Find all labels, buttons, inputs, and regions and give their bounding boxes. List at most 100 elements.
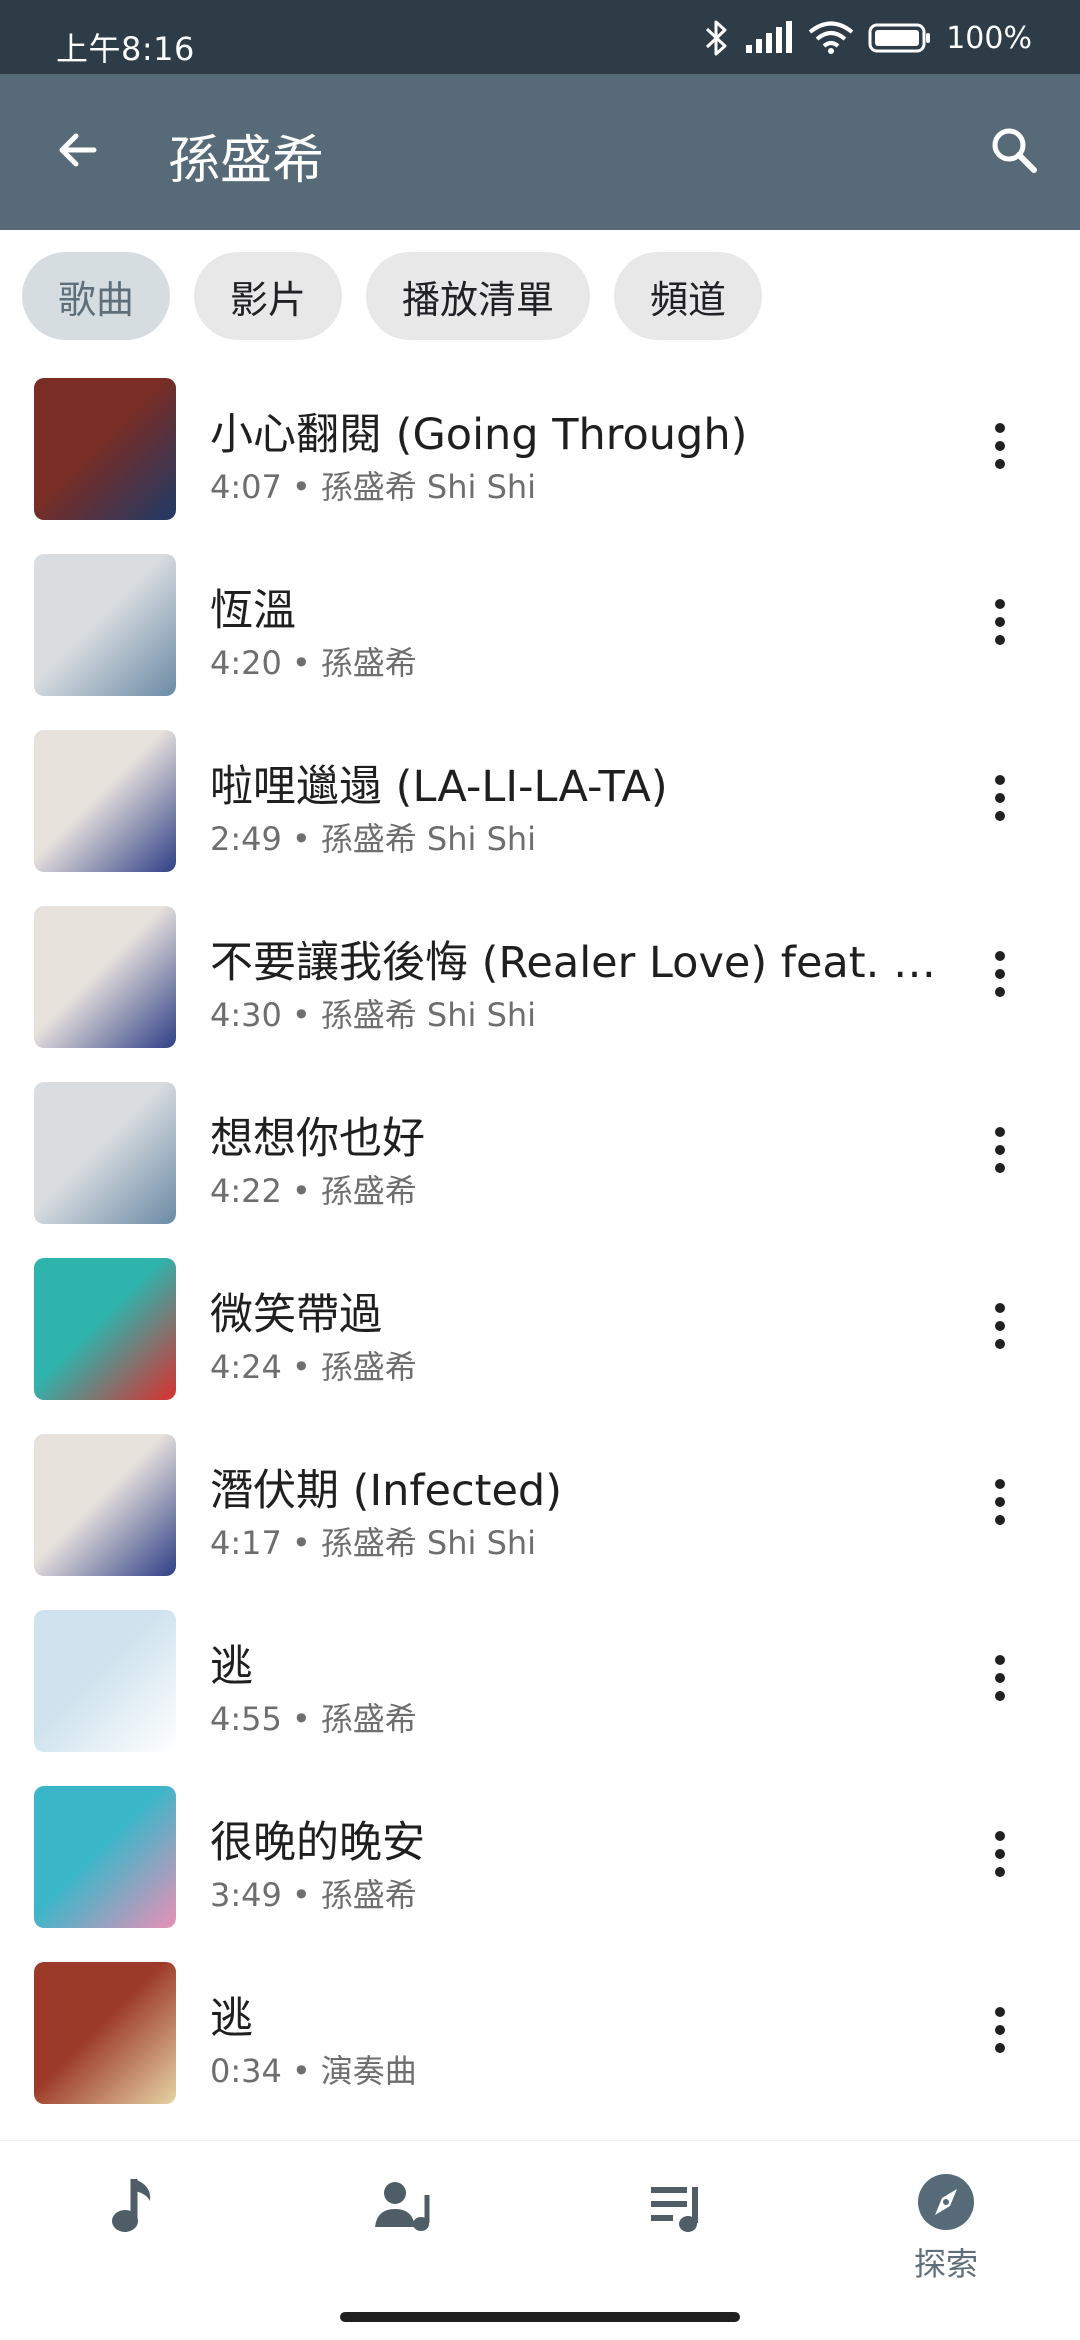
song-list: 小心翻閱 (Going Through) 4:07 • 孫盛希 Shi Shi 恆溫 4:… xyxy=(0,370,1080,2130)
album-art xyxy=(34,1082,176,1224)
more-options-button[interactable] xyxy=(960,1110,1040,1190)
song-subtitle: 4:30 • 孫盛希 Shi Shi xyxy=(210,990,536,1036)
more-vert-icon xyxy=(995,775,1005,821)
separator-dot: • xyxy=(291,2052,311,2090)
album-art xyxy=(34,554,176,696)
song-artist: 孫盛希 Shi Shi xyxy=(320,468,537,506)
album-art xyxy=(34,906,176,1048)
song-artist: 演奏曲 xyxy=(320,2052,417,2090)
song-subtitle: 0:34 • 演奏曲 xyxy=(210,2046,417,2092)
chip-playlists[interactable]: 播放清單 xyxy=(366,252,591,340)
song-row[interactable]: 潛伏期 (Infected) 4:17 • 孫盛希 Shi Shi xyxy=(0,1426,1080,1602)
separator-dot: • xyxy=(291,644,311,682)
separator-dot: • xyxy=(291,820,311,858)
song-subtitle: 4:24 • 孫盛希 xyxy=(210,1342,417,1388)
song-subtitle: 3:49 • 孫盛希 xyxy=(210,1870,417,1916)
separator-dot: • xyxy=(291,996,311,1034)
music-note-icon xyxy=(112,2179,151,2232)
song-row[interactable]: 恆溫 4:20 • 孫盛希 xyxy=(0,546,1080,722)
chip-songs[interactable]: 歌曲 xyxy=(22,252,171,340)
song-subtitle: 4:07 • 孫盛希 Shi Shi xyxy=(210,462,536,508)
song-artist: 孫盛希 xyxy=(320,1172,417,1210)
status-icons: 100% xyxy=(704,18,1032,58)
song-artist: 孫盛希 Shi Shi xyxy=(320,820,537,858)
song-subtitle: 4:20 • 孫盛希 xyxy=(210,638,417,684)
more-vert-icon xyxy=(995,1831,1005,1877)
more-vert-icon xyxy=(995,1303,1005,1349)
song-subtitle: 4:55 • 孫盛希 xyxy=(210,1694,417,1740)
song-artist: 孫盛希 Shi Shi xyxy=(320,1524,537,1562)
song-title: 很晚的晚安 xyxy=(210,1818,425,1868)
filter-chips: 歌曲 影片 播放清單 頻道 xyxy=(22,252,763,340)
more-vert-icon xyxy=(995,423,1005,469)
song-artist: 孫盛希 xyxy=(320,644,417,682)
more-options-button[interactable] xyxy=(960,1286,1040,1366)
more-options-button[interactable] xyxy=(960,1638,1040,1718)
song-row[interactable]: 想想你也好 4:22 • 孫盛希 xyxy=(0,1074,1080,1250)
song-duration: 3:49 xyxy=(210,1876,282,1914)
song-title: 逃 xyxy=(210,1642,253,1692)
song-title: 逃 xyxy=(210,1994,253,2044)
separator-dot: • xyxy=(291,1524,311,1562)
song-row[interactable]: 微笑帶過 4:24 • 孫盛希 xyxy=(0,1250,1080,1426)
more-options-button[interactable] xyxy=(960,1814,1040,1894)
back-button[interactable] xyxy=(42,114,114,186)
song-duration: 4:55 xyxy=(210,1700,282,1738)
album-art xyxy=(34,1258,176,1400)
nav-explore-label: 探索 xyxy=(913,2245,978,2283)
more-vert-icon xyxy=(995,599,1005,645)
bluetooth-icon xyxy=(706,20,727,56)
nav-songs[interactable] xyxy=(54,2171,214,2291)
song-subtitle: 4:17 • 孫盛希 Shi Shi xyxy=(210,1518,536,1564)
nav-explore[interactable]: 探索 xyxy=(866,2171,1026,2291)
battery-level: 100% xyxy=(946,20,1032,56)
more-options-button[interactable] xyxy=(960,1462,1040,1542)
home-indicator xyxy=(340,2312,740,2322)
song-title: 想想你也好 xyxy=(210,1114,425,1164)
song-row[interactable]: 逃 4:55 • 孫盛希 xyxy=(0,1602,1080,1778)
song-title: 不要讓我後悔 (Realer Love) feat. su… xyxy=(210,938,940,988)
search-button[interactable] xyxy=(978,114,1050,186)
song-row[interactable]: 不要讓我後悔 (Realer Love) feat. su… 4:30 • 孫盛希 S… xyxy=(0,898,1080,1074)
song-title: 潛伏期 (Infected) xyxy=(210,1466,562,1516)
more-vert-icon xyxy=(995,1479,1005,1525)
more-options-button[interactable] xyxy=(960,758,1040,838)
song-row[interactable]: 很晚的晚安 3:49 • 孫盛希 xyxy=(0,1778,1080,1954)
separator-dot: • xyxy=(291,1172,311,1210)
chip-videos[interactable]: 影片 xyxy=(194,252,343,340)
album-art xyxy=(34,1962,176,2104)
song-row[interactable]: 小心翻閱 (Going Through) 4:07 • 孫盛希 Shi Shi xyxy=(0,370,1080,546)
song-duration: 0:34 xyxy=(210,2052,282,2090)
song-artist: 孫盛希 xyxy=(320,1876,417,1914)
song-row[interactable]: 啦哩邋遢 (LA-LI-LA-TA) 2:49 • 孫盛希 Shi Shi xyxy=(0,722,1080,898)
song-title: 小心翻閱 (Going Through) xyxy=(210,410,748,460)
signal-icon xyxy=(746,21,793,53)
song-duration: 4:07 xyxy=(210,468,282,506)
chip-channels[interactable]: 頻道 xyxy=(614,252,763,340)
more-options-button[interactable] xyxy=(960,582,1040,662)
song-artist: 孫盛希 Shi Shi xyxy=(320,996,537,1034)
playlist-icon xyxy=(651,2187,698,2232)
more-vert-icon xyxy=(995,1127,1005,1173)
song-artist: 孫盛希 xyxy=(320,1700,417,1738)
bottom-nav: 探索 xyxy=(0,2140,1080,2340)
nav-playlists[interactable] xyxy=(598,2171,758,2291)
wifi-icon xyxy=(808,21,854,54)
album-art xyxy=(34,730,176,872)
back-arrow-icon xyxy=(59,133,97,167)
separator-dot: • xyxy=(291,1876,311,1914)
song-subtitle: 4:22 • 孫盛希 xyxy=(210,1166,417,1212)
nav-artists[interactable] xyxy=(326,2171,486,2291)
more-options-button[interactable] xyxy=(960,406,1040,486)
separator-dot: • xyxy=(291,468,311,506)
album-art xyxy=(34,378,176,520)
song-row[interactable]: 逃 0:34 • 演奏曲 xyxy=(0,1954,1080,2130)
battery-icon xyxy=(868,23,931,53)
more-options-button[interactable] xyxy=(960,1990,1040,2070)
page-title: 孫盛希 xyxy=(168,131,325,191)
song-duration: 4:24 xyxy=(210,1348,282,1386)
search-icon xyxy=(992,128,1037,173)
album-art xyxy=(34,1610,176,1752)
more-options-button[interactable] xyxy=(960,934,1040,1014)
song-subtitle: 2:49 • 孫盛希 Shi Shi xyxy=(210,814,536,860)
